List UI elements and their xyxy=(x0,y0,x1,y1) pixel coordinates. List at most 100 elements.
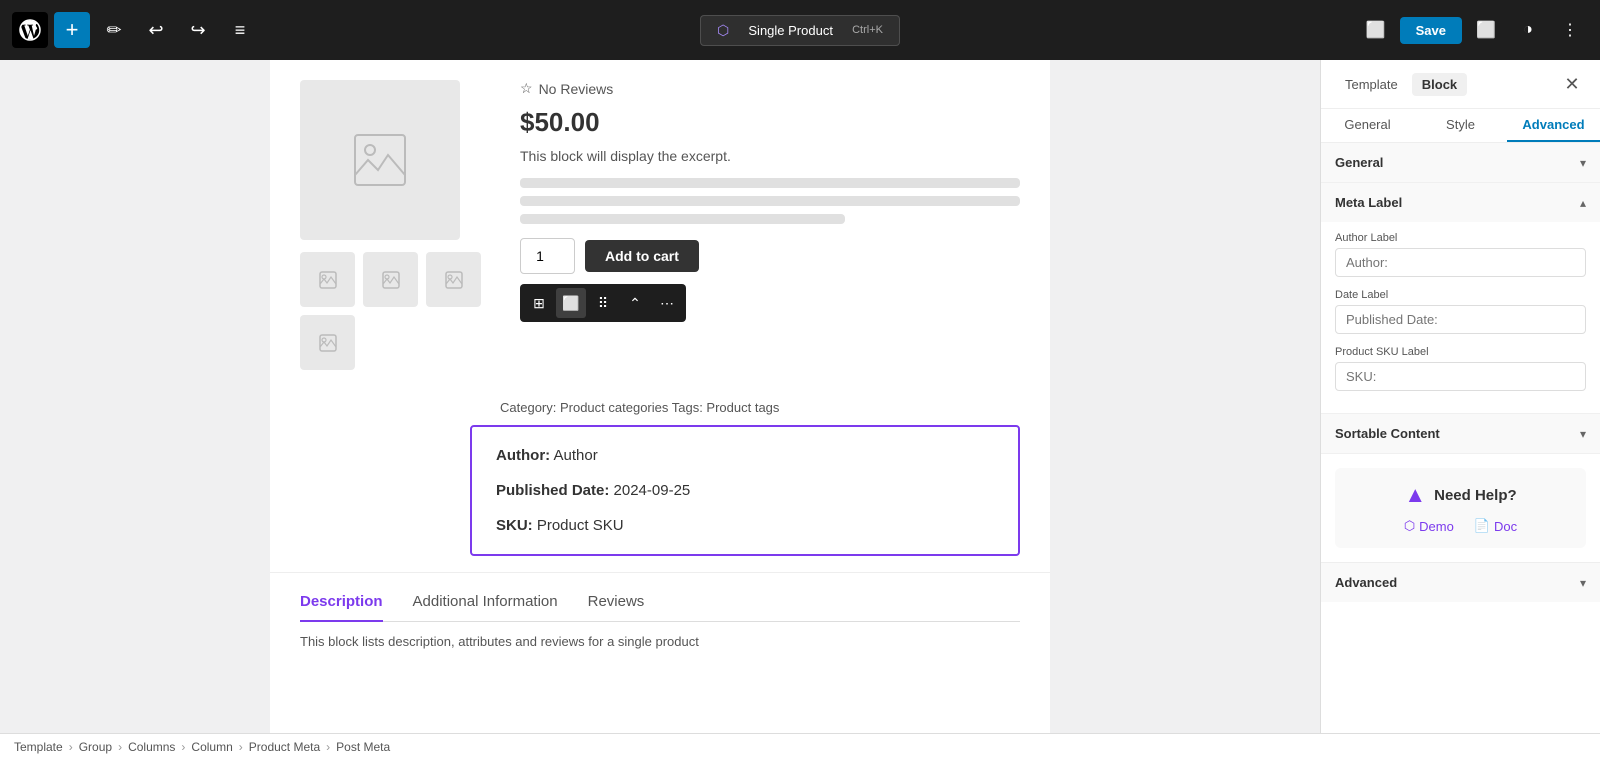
grid-icon: ⬡ xyxy=(717,22,729,39)
author-label-input[interactable] xyxy=(1335,248,1586,277)
chevron-up-icon: ▴ xyxy=(1580,196,1586,210)
toolbar-drag-icon[interactable]: ⠿ xyxy=(588,288,618,318)
meta-author-row: Author: Author xyxy=(496,447,994,464)
edit-button[interactable]: ✏ xyxy=(96,12,132,48)
save-button[interactable]: Save xyxy=(1400,17,1462,44)
breadcrumb-template[interactable]: Template xyxy=(14,740,63,754)
top-bar-center: ⬡ Single Product Ctrl+K xyxy=(700,15,900,46)
wordpress-logo xyxy=(12,12,48,48)
panel-header: Template Block ✕ xyxy=(1321,60,1600,109)
breadcrumb-product-meta[interactable]: Product Meta xyxy=(249,740,320,754)
chevron-down-icon-3: ▾ xyxy=(1580,576,1586,590)
product-details-column: ☆ No Reviews $50.00 This block will disp… xyxy=(500,80,1020,370)
date-label-input[interactable] xyxy=(1335,305,1586,334)
breadcrumb-sep-2: › xyxy=(118,740,122,754)
section-sortable-title: Sortable Content xyxy=(1335,426,1440,441)
panel-tab-template[interactable]: Template xyxy=(1335,73,1408,96)
tab-description[interactable]: Description xyxy=(300,593,383,622)
sub-tab-style[interactable]: Style xyxy=(1414,109,1507,142)
section-general-header[interactable]: General ▾ xyxy=(1321,143,1600,182)
meta-date-label: Published Date: xyxy=(496,482,609,499)
document-title-button[interactable]: ⬡ Single Product Ctrl+K xyxy=(700,15,900,46)
doc-icon: 📄 xyxy=(1474,518,1490,534)
product-thumb-4 xyxy=(300,315,355,370)
meta-sku-row: SKU: Product SKU xyxy=(496,517,994,534)
section-meta-label-title: Meta Label xyxy=(1335,195,1402,210)
breadcrumb-post-meta[interactable]: Post Meta xyxy=(336,740,390,754)
panel-tab-block[interactable]: Block xyxy=(1412,73,1467,96)
add-block-button[interactable]: + xyxy=(54,12,90,48)
panel-sub-tabs: General Style Advanced xyxy=(1321,109,1600,143)
main-layout: ☆ No Reviews $50.00 This block will disp… xyxy=(0,60,1600,733)
breadcrumb-sep-4: › xyxy=(239,740,243,754)
breadcrumb-group[interactable]: Group xyxy=(79,740,112,754)
demo-link[interactable]: ⬡ Demo xyxy=(1404,518,1454,534)
toolbar-table-icon[interactable]: ⊞ xyxy=(524,288,554,318)
advanced-title: Advanced xyxy=(1335,575,1397,590)
meta-author-value: Author xyxy=(554,447,598,464)
more-options-button[interactable]: ⋮ xyxy=(1552,12,1588,48)
tab-description-text: This block lists description, attributes… xyxy=(300,634,1020,649)
need-help-header: ▲ Need Help? xyxy=(1349,482,1572,508)
product-price: $50.00 xyxy=(520,107,1020,138)
date-label-label: Date Label xyxy=(1335,289,1586,301)
advanced-header[interactable]: Advanced ▾ xyxy=(1321,563,1600,602)
meta-sku-label: SKU: xyxy=(496,517,533,534)
tab-reviews[interactable]: Reviews xyxy=(588,593,645,622)
section-meta-label: Meta Label ▴ Author Label Date Label Pro… xyxy=(1321,183,1600,414)
top-bar-left: + ✏ ↩ ↪ ≡ xyxy=(12,12,258,48)
tabs-row: Description Additional Information Revie… xyxy=(300,593,1020,622)
tab-additional-information[interactable]: Additional Information xyxy=(413,593,558,622)
breadcrumb-columns[interactable]: Columns xyxy=(128,740,175,754)
product-thumb-1 xyxy=(300,252,355,307)
meta-date-row: Published Date: 2024-09-25 xyxy=(496,482,994,499)
toolbar-more-icon[interactable]: ⋯ xyxy=(652,288,682,318)
section-sortable-header[interactable]: Sortable Content ▾ xyxy=(1321,414,1600,453)
post-meta-block[interactable]: Author: Author Published Date: 2024-09-2… xyxy=(470,425,1020,556)
page-wrapper: ☆ No Reviews $50.00 This block will disp… xyxy=(270,60,1050,733)
add-to-cart-button[interactable]: Add to cart xyxy=(585,240,699,272)
meta-date-value: 2024-09-25 xyxy=(614,482,691,499)
redo-button[interactable]: ↪ xyxy=(180,12,216,48)
need-help-box: ▲ Need Help? ⬡ Demo 📄 Doc xyxy=(1335,468,1586,548)
cart-row: Add to cart xyxy=(520,238,1020,274)
meta-sku-value: Product SKU xyxy=(537,517,624,534)
sku-label-label: Product SKU Label xyxy=(1335,346,1586,358)
doc-link[interactable]: 📄 Doc xyxy=(1474,518,1517,534)
product-top: ☆ No Reviews $50.00 This block will disp… xyxy=(270,60,1050,390)
list-view-button[interactable]: ≡ xyxy=(222,12,258,48)
screen-options-button[interactable]: ⬜ xyxy=(1358,12,1394,48)
chevron-down-icon: ▾ xyxy=(1580,156,1586,170)
section-meta-label-header[interactable]: Meta Label ▴ xyxy=(1321,183,1600,222)
meta-author-label: Author: xyxy=(496,447,550,464)
section-sortable: Sortable Content ▾ xyxy=(1321,414,1600,454)
canvas-area[interactable]: ☆ No Reviews $50.00 This block will disp… xyxy=(0,60,1320,733)
sub-tab-advanced[interactable]: Advanced xyxy=(1507,109,1600,142)
no-reviews: ☆ No Reviews xyxy=(520,80,1020,97)
chevron-down-icon-2: ▾ xyxy=(1580,427,1586,441)
undo-button[interactable]: ↩ xyxy=(138,12,174,48)
toolbar-image-icon[interactable]: ⬜ xyxy=(556,288,586,318)
keyboard-shortcut: Ctrl+K xyxy=(852,24,883,36)
need-help-links: ⬡ Demo 📄 Doc xyxy=(1349,518,1572,534)
skeleton-line-1 xyxy=(520,178,1020,188)
author-label-label: Author Label xyxy=(1335,232,1586,244)
tabs-area: Description Additional Information Revie… xyxy=(270,572,1050,649)
sub-tab-general[interactable]: General xyxy=(1321,109,1414,142)
toolbar-move-up-icon[interactable]: ⌃ xyxy=(620,288,650,318)
quantity-input[interactable] xyxy=(520,238,575,274)
document-title: Single Product xyxy=(748,23,833,38)
star-icon: ☆ xyxy=(520,80,533,97)
layout-button[interactable]: ⬜ xyxy=(1468,12,1504,48)
product-excerpt: This block will display the excerpt. xyxy=(520,148,1020,164)
category-tags-text: Category: Product categories Tags: Produ… xyxy=(500,400,779,415)
blocksy-logo: ▲ xyxy=(1404,482,1426,508)
product-thumb-3 xyxy=(426,252,481,307)
top-bar-right: ⬜ Save ⬜ ◑ ⋮ xyxy=(1358,12,1588,48)
breadcrumb-column[interactable]: Column xyxy=(191,740,232,754)
sku-label-input[interactable] xyxy=(1335,362,1586,391)
contrast-button[interactable]: ◑ xyxy=(1510,12,1546,48)
panel-close-button[interactable]: ✕ xyxy=(1558,70,1586,98)
section-general: General ▾ xyxy=(1321,143,1600,183)
section-general-title: General xyxy=(1335,155,1383,170)
